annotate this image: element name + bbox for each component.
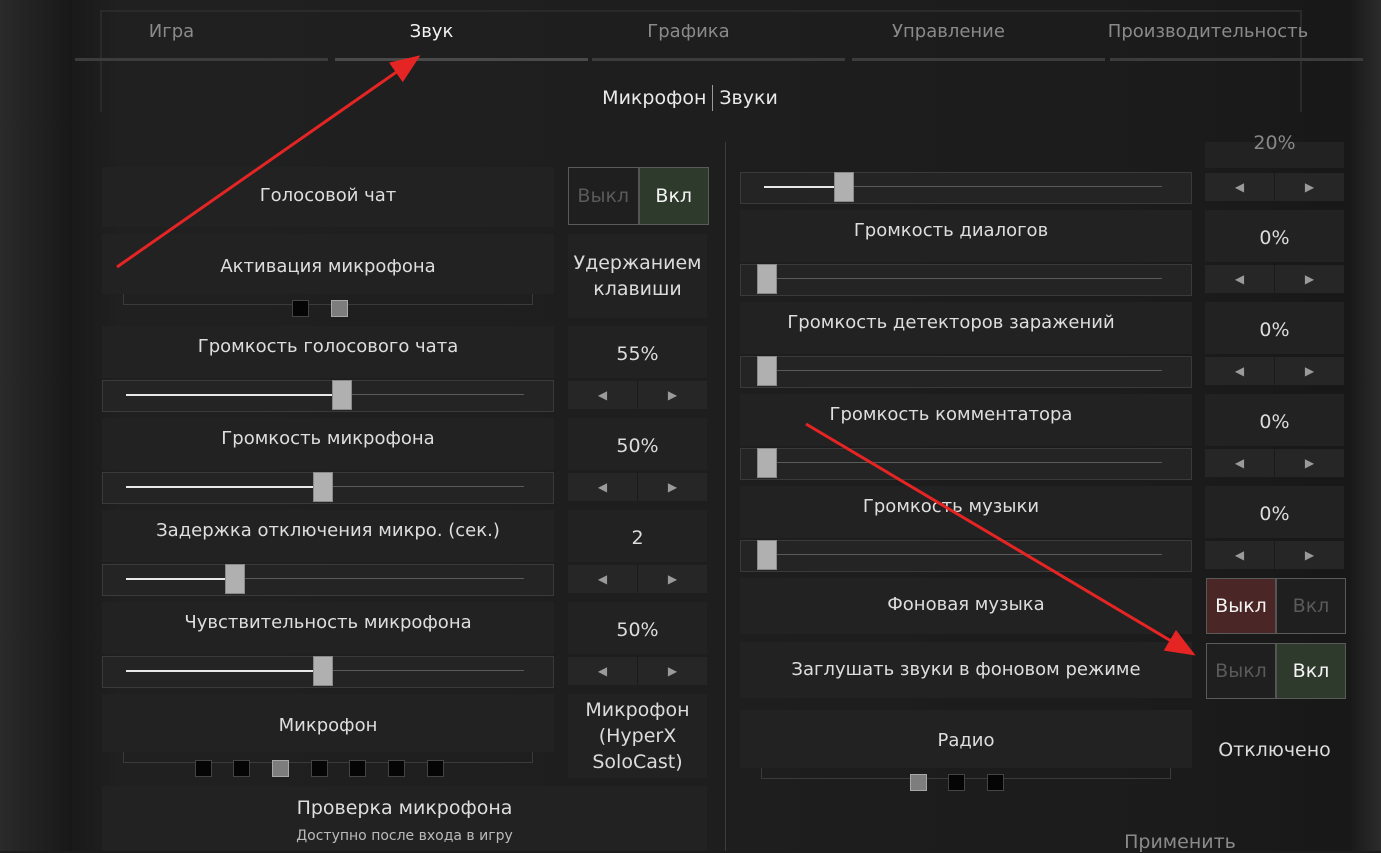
annotation-overlay (116, 55, 1196, 656)
annotation-arrow-icon (805, 422, 1196, 656)
annotation-arrow-icon (116, 55, 421, 269)
